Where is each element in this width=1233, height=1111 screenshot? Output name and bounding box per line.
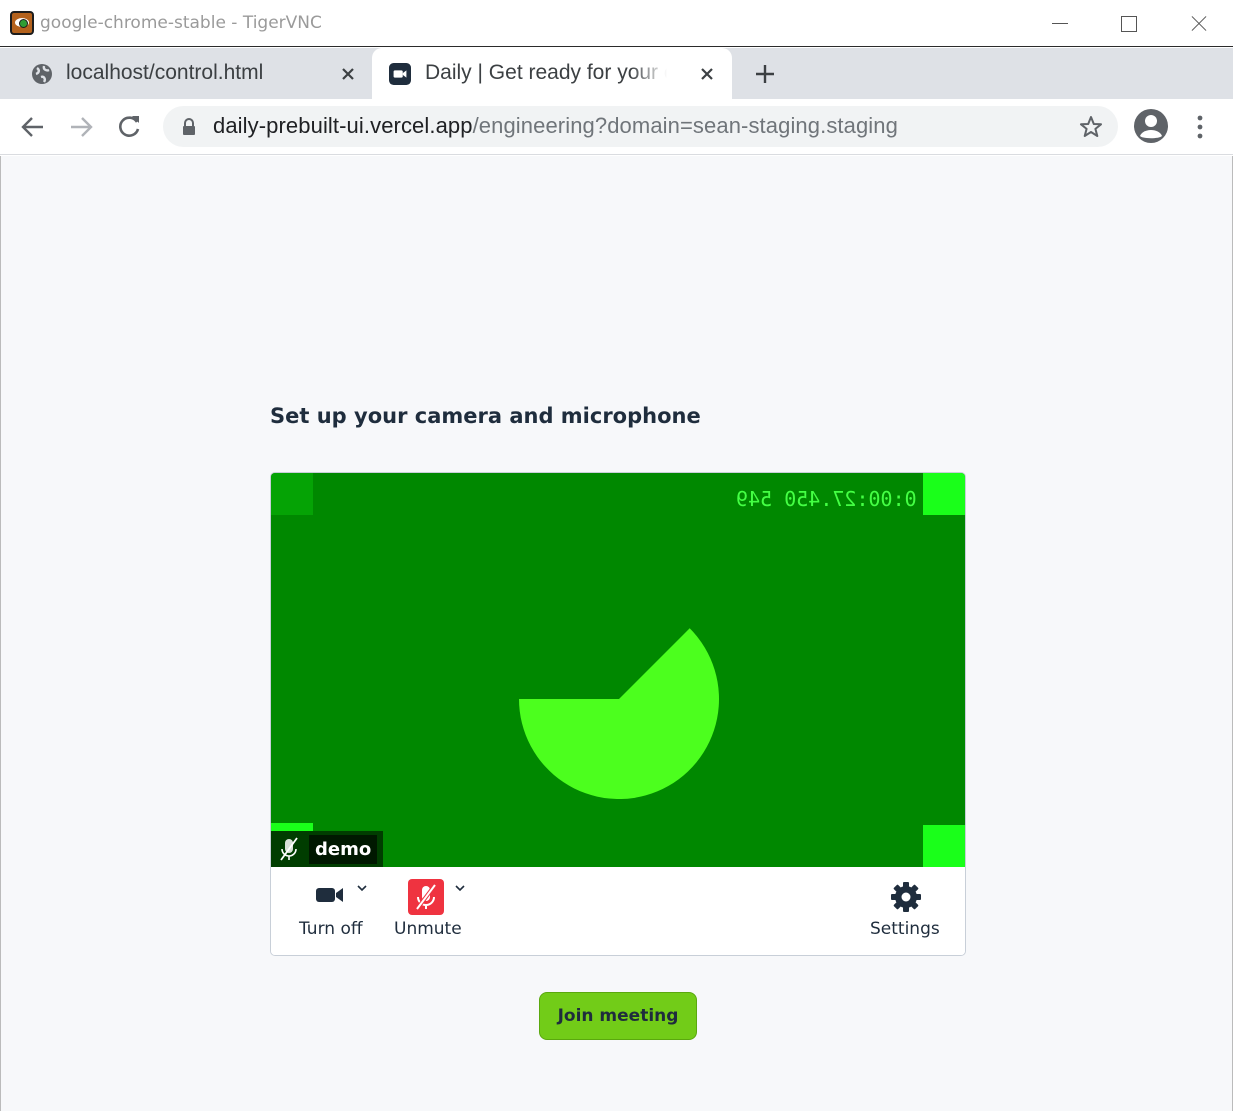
camera-toggle-button[interactable]: Turn off: [291, 867, 381, 955]
url-path: /engineering?domain=sean-staging.staging: [472, 113, 898, 138]
window-close-button[interactable]: [1186, 10, 1212, 36]
tab-close-icon[interactable]: [695, 62, 719, 86]
new-tab-plus-icon[interactable]: [752, 61, 778, 87]
url-text[interactable]: daily-prebuilt-ui.vercel.app/engineering…: [213, 113, 898, 139]
page-heading: Set up your camera and microphone: [270, 404, 701, 428]
tigervnc-app-icon: [10, 11, 34, 35]
chevron-down-icon[interactable]: [355, 881, 369, 895]
address-bar[interactable]: daily-prebuilt-ui.vercel.app/engineering…: [163, 106, 1118, 147]
settings-button[interactable]: Settings: [861, 867, 951, 955]
page-content: Set up your camera and microphone 0:00:2…: [0, 156, 1233, 1111]
tab-label: Daily | Get ready for your call: [425, 61, 667, 84]
back-arrow-icon[interactable]: [19, 113, 47, 141]
chevron-down-icon[interactable]: [453, 881, 467, 895]
tab-label: localhost/control.html: [66, 61, 264, 84]
prejoin-card: 0:00:27.450 549 demo Turn off Unmute Set…: [270, 472, 966, 956]
lock-icon[interactable]: [181, 118, 197, 136]
test-pattern-pie: [519, 628, 719, 799]
browser-toolbar: daily-prebuilt-ui.vercel.app/engineering…: [0, 99, 1233, 155]
test-pattern-corner: [271, 473, 313, 515]
vnc-window-titlebar: google-chrome-stable - TigerVNC: [0, 0, 1233, 47]
daily-video-icon: [389, 63, 411, 85]
maximize-button[interactable]: [1116, 10, 1142, 36]
video-timecode: 0:00:27.450 549: [736, 487, 917, 511]
settings-label: Settings: [870, 919, 940, 939]
reload-icon[interactable]: [115, 113, 143, 141]
tab-strip: localhost/control.html Daily | Get ready…: [0, 48, 1233, 99]
chrome-menu-icon[interactable]: [1190, 112, 1210, 142]
test-pattern-strip: [271, 823, 313, 831]
participant-name: demo: [309, 834, 378, 864]
minimize-button[interactable]: [1047, 10, 1073, 36]
mic-toggle-button[interactable]: Unmute: [391, 867, 491, 955]
mic-toggle-label: Unmute: [394, 919, 462, 939]
window-title: google-chrome-stable - TigerVNC: [40, 13, 322, 33]
tab-localhost-control[interactable]: localhost/control.html: [0, 48, 370, 99]
test-pattern-corner: [923, 825, 965, 867]
gear-icon: [891, 882, 921, 912]
tab-daily-prejoin[interactable]: Daily | Get ready for your call: [372, 48, 732, 99]
muted-mic-icon: [271, 831, 307, 867]
participant-name-tag: demo: [271, 831, 384, 867]
microphone-muted-icon: [408, 879, 444, 915]
device-controls: Turn off Unmute Settings: [271, 867, 965, 955]
profile-avatar-icon[interactable]: [1133, 108, 1169, 144]
video-camera-icon: [316, 888, 343, 902]
tab-close-icon[interactable]: [336, 62, 360, 86]
url-host: daily-prebuilt-ui.vercel.app: [213, 113, 473, 138]
forward-arrow-icon[interactable]: [67, 113, 95, 141]
camera-preview: 0:00:27.450 549 demo: [271, 473, 965, 867]
test-pattern-corner: [923, 473, 965, 515]
bookmark-star-icon[interactable]: [1078, 114, 1104, 140]
join-meeting-button[interactable]: Join meeting: [539, 992, 697, 1040]
camera-toggle-label: Turn off: [299, 919, 363, 939]
globe-icon: [32, 64, 52, 84]
